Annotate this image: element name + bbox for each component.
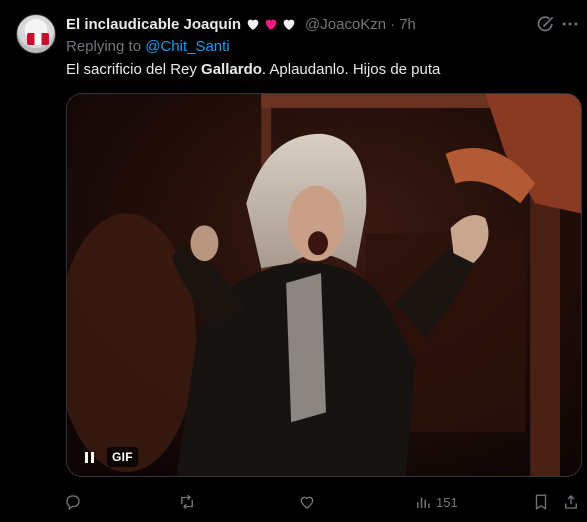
separator-dot: · — [390, 15, 396, 33]
gif-badge: GIF — [107, 447, 138, 467]
tweet[interactable]: El inclaudicable Joaquín @JoacoKzn · 7h … — [0, 0, 587, 522]
share-button[interactable] — [562, 488, 580, 516]
views-count: 151 — [436, 494, 458, 510]
tweet-text-part: El sacrificio del Rey — [66, 61, 202, 78]
tweet-header: El inclaudicable Joaquín @JoacoKzn · 7h — [66, 14, 416, 34]
bookmark-button[interactable] — [532, 488, 550, 516]
avatar[interactable] — [16, 14, 56, 54]
replying-to-label: Replying to — [66, 38, 142, 55]
reply-button[interactable] — [64, 488, 82, 516]
replying-to-handle[interactable]: @Chit_Santi — [145, 38, 229, 55]
views-button[interactable]: 151 — [414, 488, 458, 516]
tweet-text-part: . Aplaudanlo. Hijos de puta — [261, 61, 441, 78]
tweet-text: El sacrificio del Rey Gallardo. Aplaudan… — [66, 60, 440, 80]
bookmark-icon — [535, 494, 547, 511]
like-icon — [300, 496, 314, 509]
gif-media[interactable]: GIF — [66, 93, 582, 477]
name-emojis — [245, 16, 297, 32]
author-handle[interactable]: @JoacoKzn — [305, 16, 386, 33]
repost-icon — [181, 494, 193, 510]
share-icon — [565, 495, 577, 509]
tweet-text-bold: Gallardo — [201, 61, 262, 78]
action-bar: 151 — [60, 488, 582, 516]
red-heart-icon — [265, 19, 277, 30]
views-icon — [417, 497, 430, 508]
grok-icon[interactable] — [536, 14, 556, 34]
reply-icon — [66, 495, 80, 511]
gif-frame — [67, 94, 581, 476]
pause-icon[interactable] — [77, 445, 101, 469]
more-options-icon[interactable] — [560, 14, 580, 34]
white-heart-icon — [283, 19, 295, 30]
gif-controls: GIF — [77, 444, 138, 470]
repost-button[interactable] — [178, 488, 196, 516]
replying-to: Replying to @Chit_Santi — [66, 38, 230, 55]
white-heart-icon — [247, 19, 259, 30]
timestamp[interactable]: 7h — [399, 16, 416, 33]
like-button[interactable] — [298, 488, 316, 516]
display-name[interactable]: El inclaudicable Joaquín — [66, 16, 241, 33]
avatar-flag-icon — [27, 33, 49, 45]
